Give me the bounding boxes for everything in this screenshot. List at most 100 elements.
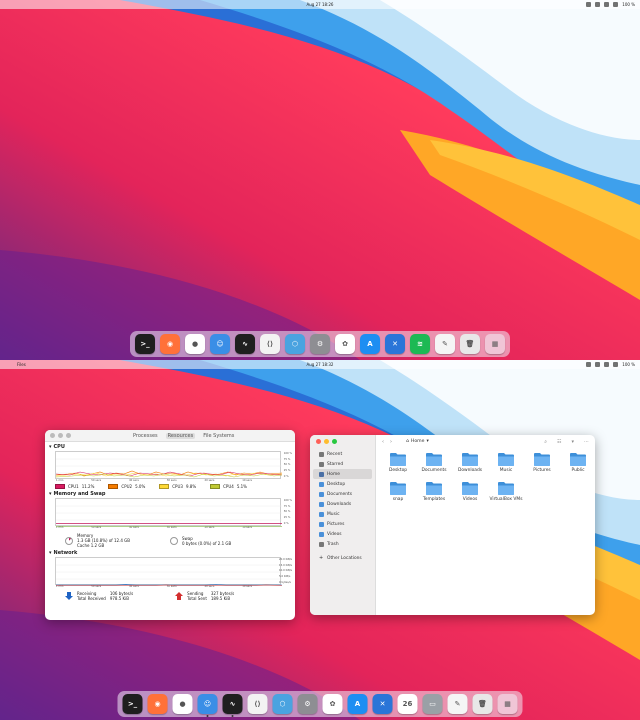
active-app-name[interactable]: Files	[17, 362, 26, 367]
view-grid-icon[interactable]: ☷	[557, 439, 561, 445]
dock-chrome-icon[interactable]: ●	[185, 334, 205, 354]
dock-app-store-icon[interactable]: A	[347, 694, 368, 714]
music-icon	[319, 511, 324, 517]
window-titlebar[interactable]: Processes Resources File Systems	[45, 430, 295, 442]
folder-downloads[interactable]: Downloads	[452, 452, 488, 473]
dock-calendar-icon[interactable]: 26	[397, 694, 418, 714]
wallpaper	[0, 0, 640, 360]
memory-pie-icon[interactable]	[65, 536, 73, 545]
dock-photos-icon[interactable]: ✿	[335, 334, 355, 354]
folder-videos[interactable]: Videos	[452, 481, 488, 502]
tab-file-systems[interactable]: File Systems	[203, 433, 234, 439]
sidebar-item-videos[interactable]: Videos	[313, 529, 372, 539]
tab-resources[interactable]: Resources	[165, 432, 196, 439]
dock-finder-icon[interactable]: ☺	[197, 694, 218, 717]
cpu4-legend[interactable]: CPU4 5.1%	[210, 484, 247, 489]
dock-trash-icon[interactable]: 🗑	[472, 694, 493, 714]
dock-photos-icon[interactable]: ✿	[322, 694, 343, 714]
network-stats: Receiving Total Received 106 bytes/s 978…	[65, 591, 295, 601]
dock-system-monitor-icon[interactable]: ∿	[222, 694, 243, 717]
close-button[interactable]	[316, 439, 321, 444]
tab-processes[interactable]: Processes	[133, 433, 158, 439]
cpu4-color-swatch[interactable]	[210, 484, 221, 489]
dock-text-editor-icon[interactable]: ✎	[435, 334, 455, 354]
dock-firefox-icon[interactable]: ◉	[160, 334, 180, 354]
cpu2-legend[interactable]: CPU2 5.0%	[108, 484, 145, 489]
sidebar-item-documents[interactable]: Documents	[313, 489, 372, 499]
folder-pictures[interactable]: Pictures	[524, 452, 560, 473]
dock-settings-icon[interactable]: ⚙	[297, 694, 318, 714]
dock-app-grid-icon[interactable]: ▦	[485, 334, 505, 354]
folder-snap[interactable]: snap	[380, 481, 416, 502]
cpu3-color-swatch[interactable]	[159, 484, 170, 489]
dock-trash-icon[interactable]: 🗑	[460, 334, 480, 354]
sidebar-item-starred[interactable]: Starred	[313, 459, 372, 469]
memory-graph-lines	[56, 505, 282, 527]
folder-music[interactable]: Music	[488, 452, 524, 473]
sidebar-item-music[interactable]: Music	[313, 509, 372, 519]
dock-chrome-icon[interactable]: ●	[172, 694, 193, 714]
dock-vscode-icon[interactable]: ⟨⟩	[260, 334, 280, 354]
folder-public[interactable]: Public	[560, 452, 595, 473]
menu-icon[interactable]: ⋯	[584, 439, 589, 445]
dock-finder-icon[interactable]: ☺	[210, 334, 230, 354]
dock-vscode-icon[interactable]: ⟨⟩	[247, 694, 268, 714]
expander-icon: ▾	[49, 491, 52, 497]
cpu2-color-swatch[interactable]	[108, 484, 119, 489]
chevron-down-icon: ▾	[426, 439, 429, 444]
sidebar-item-pictures[interactable]: Pictures	[313, 519, 372, 529]
clock[interactable]: Aug 27 18:26	[307, 2, 334, 7]
dock-app-store-icon[interactable]: A	[360, 334, 380, 354]
dock-disk-icon[interactable]: ▭	[422, 694, 443, 714]
dock-xcode-icon[interactable]: ✕	[385, 334, 405, 354]
minimize-button[interactable]	[324, 439, 329, 444]
swap-pie-icon[interactable]	[170, 536, 178, 545]
dock-xcode-icon[interactable]: ✕	[372, 694, 393, 714]
maximize-button[interactable]	[332, 439, 337, 444]
dock-system-monitor-icon[interactable]: ∿	[235, 334, 255, 354]
download-arrow-icon[interactable]	[65, 592, 73, 600]
dock-text-editor-icon[interactable]: ✎	[447, 694, 468, 714]
sort-menu-icon[interactable]: ▾	[571, 439, 574, 445]
sidebar-item-trash[interactable]: Trash	[313, 539, 372, 549]
network-section-title[interactable]: ▾ Network	[45, 548, 295, 557]
cpu3-legend[interactable]: CPU3 9.8%	[159, 484, 196, 489]
dock-hex-app-icon[interactable]: ⬡	[272, 694, 293, 714]
folder-templates[interactable]: Templates	[416, 481, 452, 502]
dock-spotify-icon[interactable]: ≋	[410, 334, 430, 354]
sidebar-item-other-locations[interactable]: + Other Locations	[313, 553, 372, 563]
system-tray[interactable]: 100 %	[586, 2, 635, 7]
folder-icon	[390, 453, 406, 466]
sidebar-item-downloads[interactable]: Downloads	[313, 499, 372, 509]
cpu1-color-swatch[interactable]	[55, 484, 65, 489]
dock-settings-icon[interactable]: ⚙	[310, 334, 330, 354]
minimize-button[interactable]	[58, 433, 63, 438]
wifi-icon	[595, 362, 601, 367]
sidebar-item-desktop[interactable]: Desktop	[313, 479, 372, 489]
sidebar-item-recent[interactable]: Recent	[313, 449, 372, 459]
folder-icon	[498, 453, 514, 466]
search-icon[interactable]: ⌕	[544, 439, 547, 445]
sidebar-item-home[interactable]: Home	[313, 469, 372, 479]
upload-arrow-icon[interactable]	[175, 592, 184, 600]
dock-terminal-icon[interactable]: >_	[135, 334, 155, 354]
dock-hex-app-icon[interactable]: ⬡	[285, 334, 305, 354]
network-icon	[586, 2, 592, 7]
close-button[interactable]	[50, 433, 55, 438]
folder-documents[interactable]: Documents	[416, 452, 452, 473]
back-button[interactable]: ‹	[382, 439, 384, 445]
folder-desktop[interactable]: Desktop	[380, 452, 416, 473]
forward-button[interactable]: ›	[390, 439, 392, 445]
folder-icon	[534, 453, 550, 466]
system-tray[interactable]: 100 %	[586, 362, 635, 367]
memory-section-title[interactable]: ▾ Memory and Swap	[45, 489, 295, 498]
dock-app-grid-icon[interactable]: ▦	[497, 694, 518, 714]
folder-virtualbox-vms[interactable]: VirtualBox VMs	[488, 481, 524, 502]
path-bar[interactable]: ⌂ Home ▾	[406, 439, 429, 444]
cpu-section-title[interactable]: ▾ CPU	[45, 442, 295, 451]
clock[interactable]: Aug 27 18:32	[307, 362, 334, 367]
dock-terminal-icon[interactable]: >_	[122, 694, 143, 714]
dock-firefox-icon[interactable]: ◉	[147, 694, 168, 714]
cpu1-legend[interactable]: CPU1 11.2%	[55, 484, 94, 489]
maximize-button[interactable]	[66, 433, 71, 438]
